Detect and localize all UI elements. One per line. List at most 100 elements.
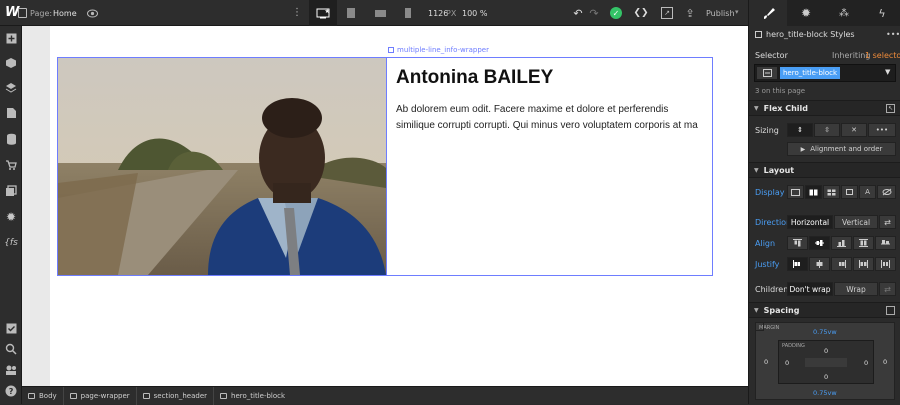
align-baseline-button[interactable] (875, 236, 896, 250)
display-none-button[interactable] (877, 185, 896, 199)
hero-name-heading[interactable]: Antonina BAILEY (396, 67, 553, 89)
undo-icon[interactable]: ↶ (572, 6, 584, 20)
padding-top-value[interactable]: 0 (824, 347, 828, 355)
alignment-and-order-toggle[interactable]: ▶ Alignment and order (787, 142, 896, 156)
margin-bottom-value[interactable]: 0.75vw (813, 389, 837, 397)
breadcrumb-hero-title-block[interactable]: hero_title-block (214, 387, 291, 405)
page-label: Page: (30, 9, 53, 18)
tab-settings[interactable]: ✹ (787, 0, 825, 26)
page-name[interactable]: Home (53, 9, 77, 18)
logic-icon[interactable]: {fs (3, 235, 19, 251)
display-grid-button[interactable] (823, 185, 840, 199)
wrap-button[interactable]: Wrap (834, 282, 878, 296)
on-page-count: 3 on this page (755, 87, 806, 95)
more-vertical-icon[interactable]: ⋮ (292, 7, 302, 18)
display-block-button[interactable] (787, 185, 804, 199)
redo-icon[interactable]: ↷ (588, 6, 600, 20)
desktop-breakpoint-button[interactable]: ★ (309, 0, 337, 26)
flex-child-help-icon[interactable]: ↖ (886, 104, 895, 113)
ecommerce-icon[interactable] (3, 157, 19, 173)
padding-left-value[interactable]: 0 (785, 359, 789, 367)
no-wrap-button[interactable]: Don't wrap (787, 282, 833, 296)
sizing-shrink-button[interactable]: ⇕ (787, 123, 813, 137)
selector-state-button[interactable] (757, 67, 777, 79)
pages-icon[interactable] (3, 105, 19, 121)
box-icon[interactable] (3, 55, 19, 71)
selector-dropdown-icon[interactable]: ▼ (885, 68, 890, 76)
eye-icon[interactable] (86, 8, 98, 18)
svg-text:★: ★ (325, 8, 330, 15)
align-center-button[interactable] (809, 236, 830, 250)
padding-box[interactable]: PADDING 0 0 0 0 (778, 340, 874, 384)
align-end-button[interactable] (831, 236, 852, 250)
margin-right-value[interactable]: 0 (883, 358, 887, 366)
hero-title-block[interactable]: Antonina BAILEY Ab dolorem eum odit. Fac… (386, 58, 712, 275)
styles-more-button[interactable]: ••• (886, 30, 900, 39)
padding-bottom-value[interactable]: 0 (824, 373, 828, 381)
section-flex-child[interactable]: ▼ Flex Child ↖ (749, 100, 900, 116)
mobile-landscape-icon[interactable] (373, 8, 387, 18)
direction-horizontal-button[interactable]: Horizontal (787, 215, 833, 229)
tab-style[interactable] (749, 0, 787, 26)
hero-portrait-image[interactable] (58, 58, 386, 275)
tasks-icon[interactable] (3, 320, 19, 336)
justify-center-button[interactable] (809, 257, 830, 271)
design-canvas[interactable]: multiple-line_info-wrapper Antonina BAIL… (22, 26, 766, 386)
wrap-reverse-button[interactable]: ⇄ (879, 282, 896, 296)
display-inline-block-button[interactable] (841, 185, 858, 199)
sizing-more-button[interactable]: ••• (868, 123, 896, 137)
hero-body-text[interactable]: Ab dolorem eum odit. Facere maxime et do… (396, 102, 702, 134)
align-start-button[interactable] (787, 236, 808, 250)
margin-left-value[interactable]: 0 (764, 358, 768, 366)
help-icon[interactable]: ? (3, 383, 19, 399)
tab-lightning[interactable]: ϟ (863, 0, 900, 26)
section-spacing[interactable]: ▼ Spacing (749, 302, 900, 318)
publish-button[interactable]: Publish (706, 9, 735, 18)
display-flex-button[interactable] (805, 185, 822, 199)
layers-icon[interactable] (3, 80, 19, 96)
display-label[interactable]: Display (755, 188, 785, 197)
direction-vertical-button[interactable]: Vertical (834, 215, 878, 229)
align-stretch-button[interactable] (853, 236, 874, 250)
search-icon[interactable] (3, 341, 19, 357)
section-icon (142, 392, 150, 399)
page-artboard[interactable]: multiple-line_info-wrapper Antonina BAIL… (50, 26, 766, 386)
justify-start-button[interactable] (787, 257, 808, 271)
selector-field[interactable]: hero_title-block ▼ (754, 64, 896, 82)
assets-icon[interactable] (3, 183, 19, 199)
add-icon[interactable] (3, 30, 19, 46)
zoom-level[interactable]: 100 % (462, 9, 487, 18)
sizing-none-button[interactable]: ✕ (841, 123, 867, 137)
share-icon[interactable]: ⇪ (684, 6, 696, 20)
audit-icon[interactable] (3, 362, 19, 378)
selector-chip[interactable]: hero_title-block (780, 67, 841, 79)
justify-end-button[interactable] (831, 257, 852, 271)
cms-icon[interactable] (3, 131, 19, 147)
margin-top-value[interactable]: 0.75vw (813, 328, 837, 336)
breadcrumb-section-header[interactable]: section_header (137, 386, 215, 405)
export-icon[interactable]: ↗ (661, 7, 673, 19)
multiple-line-info-wrapper[interactable]: Antonina BAILEY Ab dolorem eum odit. Fac… (57, 57, 713, 276)
code-icon[interactable]: ❮❯ (633, 6, 649, 20)
breadcrumb-page-wrapper[interactable]: page-wrapper (64, 386, 137, 405)
tablet-icon[interactable] (345, 6, 357, 20)
lightning-icon: ϟ (878, 6, 886, 20)
breadcrumb-body[interactable]: Body (22, 386, 64, 405)
status-check-icon[interactable]: ✓ (610, 7, 622, 19)
align-label[interactable]: Align (755, 239, 775, 248)
margin-box[interactable]: MARGIN 0.75vw 0 0 0.75vw PADDING 0 0 0 0 (755, 322, 895, 400)
section-layout[interactable]: ▼ Layout (749, 162, 900, 178)
tab-interactions[interactable]: ⁂ (825, 0, 863, 26)
inheriting-count[interactable]: 1 selector (865, 51, 900, 60)
sizing-grow-button[interactable]: ⇳ (814, 123, 840, 137)
direction-reverse-button[interactable]: ⇄ (879, 215, 896, 229)
display-inline-button[interactable]: A (859, 185, 876, 199)
direction-label[interactable]: Direction (755, 218, 791, 227)
mobile-portrait-icon[interactable] (403, 6, 413, 20)
justify-label[interactable]: Justify (755, 260, 779, 269)
spacing-reset-icon[interactable] (886, 306, 895, 315)
justify-space-around-button[interactable] (875, 257, 896, 271)
justify-space-between-button[interactable] (853, 257, 874, 271)
padding-right-value[interactable]: 0 (864, 359, 868, 367)
settings-icon[interactable]: ✹ (3, 209, 19, 225)
